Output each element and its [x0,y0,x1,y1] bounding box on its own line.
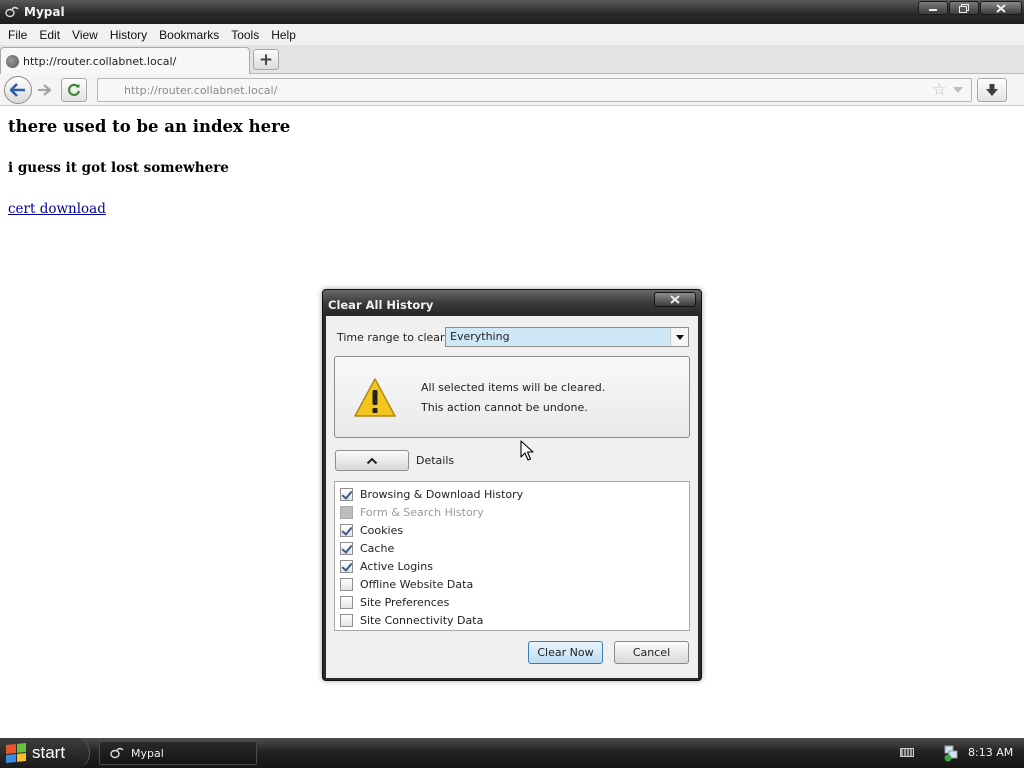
bookmark-star-icon[interactable]: ☆ [932,82,947,99]
menu-history[interactable]: History [104,28,153,42]
close-icon [670,295,680,304]
windows-logo-icon [6,742,26,764]
reload-button[interactable] [61,78,87,102]
history-dropdown-icon[interactable] [953,87,963,93]
window-title-bar: Mypal [0,0,1024,24]
new-tab-button[interactable]: + [253,49,279,70]
minimize-icon [929,9,937,11]
system-tray: 8:13 AM [884,738,1024,768]
taskbar: start Mypal 8:13 AM [0,738,1024,768]
warning-box: All selected items will be cleared. This… [334,356,690,438]
cert-download-link[interactable]: cert download [8,200,290,218]
warning-text-1: All selected items will be cleared. [421,381,606,394]
close-icon [996,3,1006,13]
page-heading: there used to be an index here [8,117,291,136]
checkbox[interactable] [340,595,353,609]
checkbox[interactable] [340,613,353,627]
close-window-button[interactable] [980,1,1022,15]
reload-icon [68,83,81,96]
clear-history-dialog: Clear All History Time range to clear: E… [322,289,702,681]
checkbox[interactable] [340,559,353,573]
item-active-logins[interactable]: Active Logins [335,557,689,575]
details-label: Details [416,454,455,467]
clock: 8:13 AM [968,746,1014,759]
page-subheading: i guess it got lost somewhere [8,160,229,176]
start-label: start [32,743,66,762]
warning-text-2: This action cannot be undone. [421,401,588,414]
warning-icon [354,378,396,417]
cancel-button[interactable]: Cancel [614,641,689,664]
menu-help[interactable]: Help [265,28,302,42]
details-toggle-button[interactable] [335,450,409,471]
window-title: Mypal [24,5,65,19]
time-range-value: Everything [450,330,510,343]
menu-edit[interactable]: Edit [33,28,66,42]
start-button[interactable]: start [0,738,90,768]
time-range-select[interactable]: Everything [445,327,689,347]
network-icon[interactable] [943,744,959,762]
mouse-cursor-icon [520,440,534,461]
menu-view[interactable]: View [66,28,104,42]
item-cookies[interactable]: Cookies [335,521,689,539]
checkbox[interactable] [340,541,353,555]
item-cache[interactable]: Cache [335,539,689,557]
item-form-search-history: Form & Search History [335,503,689,521]
tab-router[interactable]: http://router.collabnet.local/ [0,47,250,74]
back-arrow-icon [10,83,25,97]
minimize-button[interactable] [918,1,948,15]
downloads-button[interactable] [977,78,1007,102]
item-offline-website-data[interactable]: Offline Website Data [335,575,689,593]
download-arrow-icon [986,84,998,96]
item-site-preferences[interactable]: Site Preferences [335,593,689,611]
history-items-list: Browsing & Download History Form & Searc… [334,481,690,631]
time-range-label: Time range to clear: [337,331,449,344]
tab-label: http://router.collabnet.local/ [23,54,177,68]
restore-icon [959,3,969,13]
tab-strip: http://router.collabnet.local/ + [0,45,1024,74]
menu-bar: File Edit View History Bookmarks Tools H… [0,24,1024,45]
menu-file[interactable]: File [2,28,33,42]
mypal-app-icon [109,745,125,761]
keyboard-icon[interactable] [900,748,914,757]
dialog-close-button[interactable] [654,292,696,307]
navigation-bar: http://router.collabnet.local/ ☆ [0,74,1024,106]
globe-icon [6,54,19,68]
address-bar[interactable]: http://router.collabnet.local/ ☆ [97,78,972,102]
checkbox[interactable] [340,487,353,501]
item-browsing-download-history[interactable]: Browsing & Download History [335,485,689,503]
chevron-down-icon [670,328,688,346]
checkbox [340,505,353,519]
menu-tools[interactable]: Tools [225,28,265,42]
checkbox[interactable] [340,577,353,591]
maximize-button[interactable] [949,1,979,15]
clear-now-button[interactable]: Clear Now [528,641,603,664]
item-site-connectivity-data[interactable]: Site Connectivity Data [335,611,689,629]
forward-button[interactable] [34,82,54,98]
taskbar-item-mypal[interactable]: Mypal [99,741,257,765]
forward-arrow-icon [38,84,51,96]
mypal-app-icon [4,4,20,20]
taskbar-item-label: Mypal [131,746,164,760]
chevron-up-icon [366,457,378,464]
menu-bookmarks[interactable]: Bookmarks [153,28,225,42]
address-value: http://router.collabnet.local/ [124,83,278,97]
back-button[interactable] [4,76,32,104]
checkbox[interactable] [340,523,353,537]
dialog-title: Clear All History [323,290,701,316]
page-content: there used to be an index here i guess i… [8,116,290,218]
dialog-body: Time range to clear: Everything All sele… [326,316,698,678]
